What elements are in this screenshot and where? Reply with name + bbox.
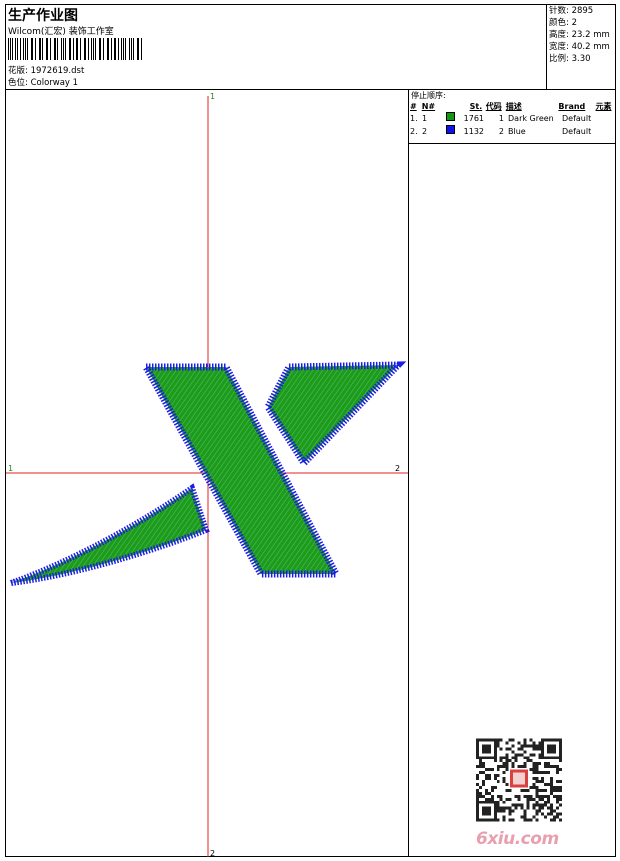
design-canvas: 1 2 1 2 <box>6 92 408 858</box>
worksheet: 生产作业图 Wilcom(汇宏) 装饰工作室 花版: 1972619.dst 色… <box>5 4 616 858</box>
axis-label-top: 1 <box>210 92 215 101</box>
stat-colors: 颜色: 2 <box>549 18 577 28</box>
stat-width: 宽度: 40.2 mm <box>549 42 610 52</box>
sequence-row: 1. 1 1761 1 Dark Green Default <box>410 112 592 123</box>
qr-code <box>476 738 562 822</box>
colorway-line: 色位: Colorway 1 <box>8 76 78 88</box>
colorway-value: Colorway 1 <box>30 78 79 88</box>
axis-label-bottom: 2 <box>210 849 215 857</box>
sequence-header: # N# St. 代码 描述 Brand 元素 <box>410 102 612 111</box>
color-swatch <box>446 125 455 134</box>
header-info: 生产作业图 Wilcom(汇宏) 装饰工作室 花版: 1972619.dst 色… <box>6 5 547 89</box>
sequence-divider <box>409 143 615 144</box>
axis-label-left: 1 <box>8 464 13 473</box>
axis-label-right: 2 <box>395 464 400 473</box>
stroke-upper-right <box>263 361 407 469</box>
stats-panel: 针数: 2895 颜色: 2 高度: 23.2 mm 宽度: 40.2 mm 比… <box>547 5 615 89</box>
stat-stitches: 针数: 2895 <box>549 6 594 16</box>
sequence-row: 2. 2 1132 2 Blue Default <box>410 125 592 136</box>
watermark-logo: 6xiu.com <box>476 829 559 849</box>
colorway-label: 色位: <box>8 78 28 88</box>
subtitle: Wilcom(汇宏) 装饰工作室 <box>8 27 114 37</box>
design-preview: 1 2 1 2 <box>6 90 408 858</box>
design-file-line: 花版: 1972619.dst <box>8 64 84 76</box>
barcode <box>8 38 144 60</box>
stop-sequence-panel: 停止顺序: # N# St. 代码 描述 Brand 元素 1. 1 1761 … <box>409 90 615 144</box>
design-value: 1972619.dst <box>30 66 85 76</box>
sequence-title: 停止顺序: <box>411 91 446 100</box>
embroidery-design <box>9 361 407 586</box>
stat-scale: 比例: 3.30 <box>549 54 591 64</box>
design-label: 花版: <box>8 66 28 76</box>
color-swatch <box>446 112 455 121</box>
page-title: 生产作业图 <box>8 8 78 24</box>
stat-height: 高度: 23.2 mm <box>549 30 610 40</box>
panel-divider <box>408 89 409 856</box>
stroke-lower-swoosh <box>9 483 210 586</box>
